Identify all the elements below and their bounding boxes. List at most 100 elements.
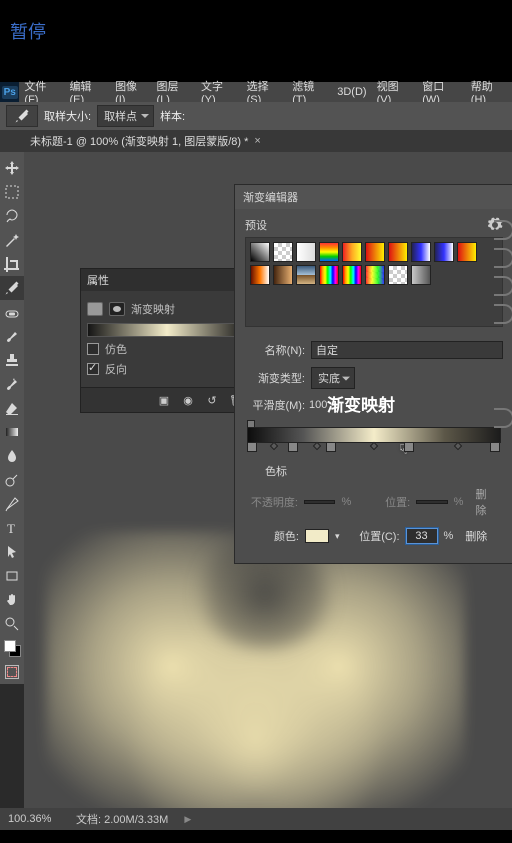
preset-swatch[interactable] (296, 265, 316, 285)
preset-swatch[interactable] (296, 242, 316, 262)
reset-icon[interactable]: ↺ (203, 392, 221, 408)
eyedropper-icon (14, 108, 30, 124)
gradient-editor-title: 渐变编辑器 (243, 189, 298, 205)
color-position-unit: % (444, 530, 454, 542)
midpoint-marker[interactable] (370, 442, 378, 450)
clip-to-layer-icon[interactable]: ▣ (155, 392, 173, 408)
sample-size-select[interactable]: 取样点 (97, 105, 154, 127)
status-bar: 100.36% 文档: 2.00M/3.33M (0, 808, 512, 830)
partial-button[interactable] (494, 276, 512, 296)
type-select[interactable]: 实底 (311, 367, 355, 389)
preset-swatch[interactable] (411, 242, 431, 262)
preset-swatch[interactable] (342, 265, 362, 285)
preset-swatch[interactable] (273, 265, 293, 285)
color-stop[interactable] (326, 442, 336, 452)
preset-grid (245, 237, 503, 327)
tool-crop[interactable] (0, 252, 24, 276)
gradient-editor-dialog[interactable]: 渐变编辑器 预设 (234, 184, 512, 564)
toggle-visibility-icon[interactable]: ◉ (179, 392, 197, 408)
preset-swatch[interactable] (342, 242, 362, 262)
opacity-label: 不透明度: (245, 494, 298, 510)
tool-quickmask[interactable] (0, 660, 24, 684)
tool-zoom[interactable] (0, 612, 24, 636)
annotation-label: 渐变映射 (327, 391, 395, 416)
smoothness-value[interactable]: 100 (309, 399, 327, 411)
preset-swatch[interactable] (250, 265, 270, 285)
preset-swatch[interactable] (434, 242, 454, 262)
opacity-position-label: 位置: (357, 494, 410, 510)
gradient-ramp-area: ☟ (235, 427, 512, 449)
name-input[interactable] (311, 341, 503, 359)
color-position-input[interactable]: 33 (406, 528, 438, 544)
video-pause-overlay[interactable]: 暂停 (10, 18, 46, 44)
tool-lasso[interactable] (0, 204, 24, 228)
tool-colors[interactable] (0, 636, 24, 660)
document-tab[interactable]: 未标题-1 @ 100% (渐变映射 1, 图层蒙版/8) * × (0, 130, 512, 152)
midpoint-marker[interactable] (453, 442, 461, 450)
adjustment-name: 渐变映射 (131, 301, 175, 317)
tool-palette: T (0, 152, 24, 684)
preset-swatch[interactable] (457, 242, 477, 262)
color-stop[interactable] (288, 442, 298, 452)
partial-button[interactable] (494, 304, 512, 324)
opacity-position-input[interactable] (416, 500, 448, 504)
color-swatch[interactable] (305, 529, 329, 543)
tool-indicator[interactable] (6, 105, 38, 127)
gradient-ramp[interactable]: ☟ (247, 427, 501, 443)
tool-move[interactable] (0, 156, 24, 180)
opacity-position-unit: % (454, 496, 464, 508)
dither-checkbox[interactable] (87, 343, 99, 355)
color-stop[interactable] (404, 442, 414, 452)
ps-logo: Ps (0, 82, 19, 102)
tool-eraser[interactable] (0, 396, 24, 420)
color-stop[interactable] (247, 442, 257, 452)
status-menu-chevron-icon[interactable] (180, 813, 195, 825)
preset-swatch[interactable] (319, 242, 339, 262)
color-stop[interactable] (490, 442, 500, 452)
tool-stamp[interactable] (0, 348, 24, 372)
properties-panel[interactable]: 属性 渐变映射 仿色 反向 ▣ ◉ ↺ 🗑 (80, 268, 252, 413)
preset-swatch[interactable] (388, 242, 408, 262)
opacity-delete-button[interactable]: 删除 (469, 485, 503, 519)
menu-3d[interactable]: 3D(D) (332, 86, 371, 98)
color-delete-button[interactable]: 删除 (459, 527, 493, 545)
reverse-label: 反向 (105, 361, 127, 377)
tool-eyedropper[interactable] (0, 276, 24, 300)
reverse-checkbox[interactable] (87, 363, 99, 375)
tool-path-select[interactable] (0, 540, 24, 564)
foreground-color-swatch[interactable] (4, 640, 16, 652)
options-bar: 取样大小: 取样点 样本: (0, 102, 512, 130)
tool-history-brush[interactable] (0, 372, 24, 396)
preset-swatch[interactable] (365, 242, 385, 262)
tool-type[interactable]: T (0, 516, 24, 540)
tool-gradient[interactable] (0, 420, 24, 444)
preset-swatch[interactable] (273, 242, 293, 262)
preset-swatch[interactable] (388, 265, 408, 285)
color-stop-row: 颜色: ▾ 位置(C): 33 % 删除 (235, 523, 512, 549)
smoothness-label: 平滑度(M): (245, 397, 305, 413)
tool-blur[interactable] (0, 444, 24, 468)
tool-marquee[interactable] (0, 180, 24, 204)
midpoint-marker[interactable] (269, 442, 277, 450)
tool-brush[interactable] (0, 324, 24, 348)
partial-button[interactable] (494, 220, 512, 240)
opacity-input[interactable] (304, 500, 336, 504)
tab-close-icon[interactable]: × (254, 135, 260, 147)
dither-label: 仿色 (105, 341, 127, 357)
tool-hand[interactable] (0, 588, 24, 612)
preset-swatch[interactable] (319, 265, 339, 285)
partial-button[interactable] (494, 408, 512, 428)
zoom-level[interactable]: 100.36% (8, 813, 64, 825)
tool-spot-heal[interactable] (0, 300, 24, 324)
tool-pen[interactable] (0, 492, 24, 516)
tool-wand[interactable] (0, 228, 24, 252)
tool-dodge[interactable] (0, 468, 24, 492)
preset-swatch[interactable] (411, 265, 431, 285)
midpoint-marker[interactable] (312, 442, 320, 450)
preset-swatch[interactable] (365, 265, 385, 285)
sample-label: 样本: (160, 108, 185, 124)
partial-button[interactable] (494, 248, 512, 268)
gradient-preview[interactable] (87, 323, 247, 337)
tool-rectangle[interactable] (0, 564, 24, 588)
preset-swatch[interactable] (250, 242, 270, 262)
